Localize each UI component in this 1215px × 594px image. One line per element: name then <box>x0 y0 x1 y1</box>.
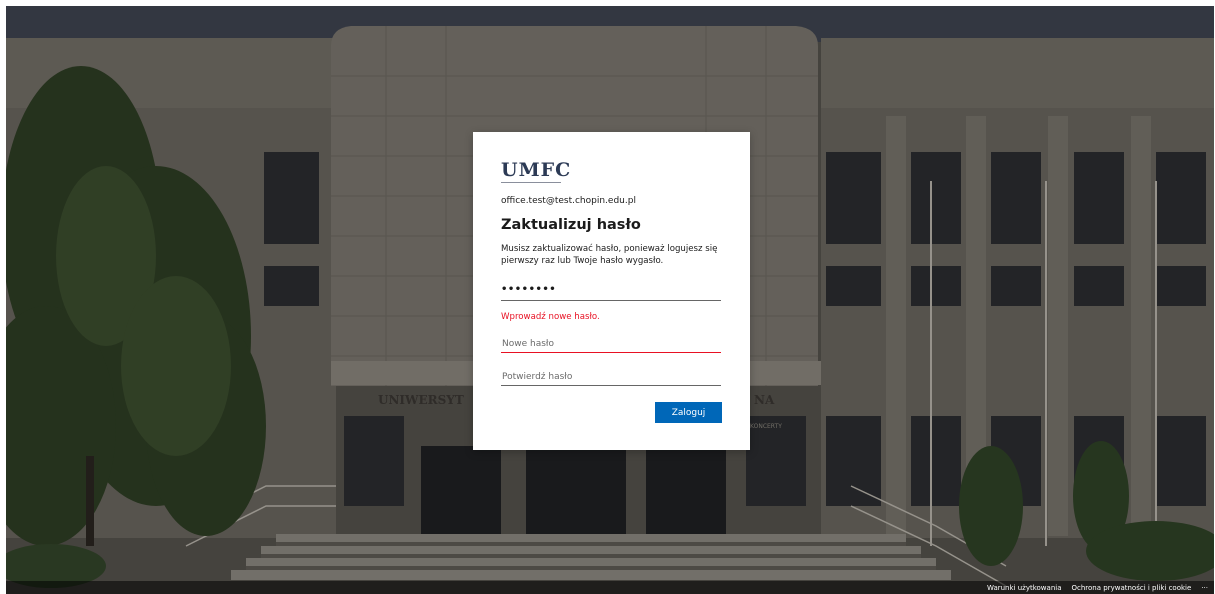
sign-in-page: UNIWERSYT NA KONCERTY UMFC office.test@t… <box>6 6 1214 594</box>
page-footer: Warunki użytkowania Ochrona prywatności … <box>6 581 1214 594</box>
new-password-input[interactable] <box>501 335 721 353</box>
umfc-logo: UMFC <box>501 159 572 181</box>
account-identity[interactable]: office.test@test.chopin.edu.pl <box>501 196 636 206</box>
more-options-icon[interactable]: ··· <box>1201 584 1208 592</box>
error-message: Wprowadź nowe hasło. <box>501 312 600 322</box>
page-title: Zaktualizuj hasło <box>501 217 641 233</box>
login-card: UMFC office.test@test.chopin.edu.pl Zakt… <box>473 132 750 450</box>
current-password-field[interactable]: •••••••• <box>501 282 721 301</box>
page-description: Musisz zaktualizować hasło, ponieważ log… <box>501 244 718 266</box>
privacy-link[interactable]: Ochrona prywatności i pliki cookie <box>1072 584 1192 592</box>
confirm-password-input[interactable] <box>501 368 721 386</box>
logo-underline <box>501 182 561 183</box>
terms-link[interactable]: Warunki użytkowania <box>987 584 1062 592</box>
sign-in-button[interactable]: Zaloguj <box>655 402 722 423</box>
